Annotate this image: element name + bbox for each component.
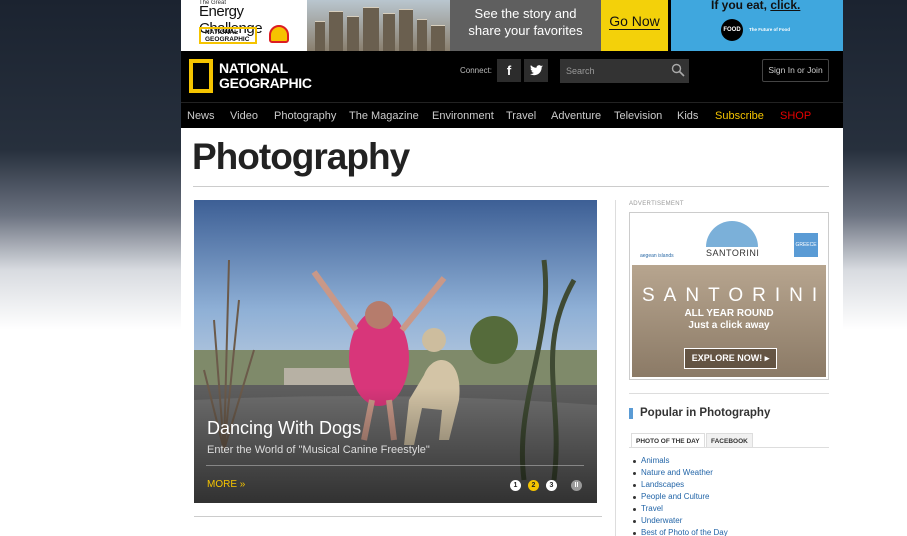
food-tagline: The Future of Food [749,27,790,32]
nav-item-photography[interactable]: Photography [274,110,336,122]
title-divider [193,186,829,187]
go-now-label: Go Now [609,13,660,30]
hero-subtitle: Enter the World of "Musical Canine Frees… [207,444,430,456]
ng-logo-border-icon[interactable] [189,59,213,93]
twitter-icon[interactable] [524,59,548,82]
page-wrapper: The Great Energy Challenge NATIONAL GEOG… [181,0,843,536]
popular-divider [629,393,829,394]
story-line-2: share your favorites [468,23,583,38]
tab-facebook[interactable]: FACEBOOK [706,433,753,448]
slide-dot-3[interactable]: 3 [546,480,557,491]
hero-slideshow[interactable]: Dancing With Dogs Enter the World of "Mu… [194,200,597,503]
tab-divider [629,447,829,448]
list-item[interactable]: Landscapes [633,479,728,491]
list-item[interactable]: Underwater [633,515,728,527]
slide-dot-1[interactable]: 1 [510,480,521,491]
food-click-link[interactable]: click. [770,0,800,12]
energy-challenge-ad[interactable]: The Great Energy Challenge NATIONAL GEOG… [181,0,307,51]
search-input[interactable] [560,59,689,83]
nav-item-news[interactable]: News [187,110,215,122]
explore-now-button[interactable]: EXPLORE NOW! ▸ [684,348,777,369]
list-item[interactable]: Animals [633,455,728,467]
list-item[interactable]: Travel [633,503,728,515]
section-marker-icon [629,408,633,419]
go-now-button[interactable]: Go Now [601,0,668,51]
column-divider [615,200,616,536]
nav-item-travel[interactable]: Travel [506,110,536,122]
connect-label: Connect: [460,66,493,75]
content-divider [194,516,602,517]
city-skyline-image [307,0,450,51]
nav-item-video[interactable]: Video [230,110,258,122]
tab-photo-of-the-day[interactable]: PHOTO OF THE DAY [631,433,705,448]
greece-flag-icon: GREECE [794,233,818,257]
nav-item-television[interactable]: Television [614,110,662,122]
page-title: Photography [192,136,410,177]
logo-line-1: NATIONAL [219,60,288,76]
search-icon[interactable] [671,63,685,77]
santorini-headline: SANTORINI [642,285,826,306]
santorini-small-label: SANTORINI [706,248,760,258]
hero-caption[interactable]: Dancing With Dogs [207,418,361,439]
sign-in-button[interactable]: Sign In or Join [762,59,829,82]
hero-more-link[interactable]: MORE » [207,479,245,490]
advertisement-label: ADVERTISEMENT [629,201,684,207]
dome-icon [706,221,758,247]
click-away: Just a click away [688,320,770,331]
list-item[interactable]: Nature and Weather [633,467,728,479]
nav-item-kids[interactable]: Kids [677,110,698,122]
story-ad-text[interactable]: See the story and share your favorites [450,0,601,51]
ad-banner[interactable]: The Great Energy Challenge NATIONAL GEOG… [181,0,843,51]
ng-small-logo: NATIONAL GEOGRAPHIC [199,27,257,44]
pause-icon[interactable]: II [571,480,582,491]
shell-logo-icon [269,25,289,43]
main-nav: News Video Photography The Magazine Envi… [181,102,843,128]
santorini-ad[interactable]: aegean islands SANTORINI GREECE SANTORIN… [629,212,829,380]
list-item[interactable]: People and Culture [633,491,728,503]
list-item[interactable]: Best of Photo of the Day [633,527,728,536]
all-year-round: ALL YEAR ROUND [684,308,774,319]
food-ad-headline: If you eat, click. [711,0,800,12]
nav-item-shop[interactable]: SHOP [780,110,811,122]
ng-logo[interactable]: NATIONAL GEOGRAPHIC [219,61,312,91]
food-line-a: If you eat, [711,0,771,12]
site-header: NATIONAL GEOGRAPHIC Connect: f Sign In o… [181,51,843,128]
santorini-ad-creative[interactable]: aegean islands SANTORINI GREECE SANTORIN… [632,215,826,377]
popular-title: Popular in Photography [640,407,771,419]
food-ad[interactable]: If you eat, click. FOOD The Future of Fo… [671,0,843,51]
nav-item-subscribe[interactable]: Subscribe [715,110,764,122]
nav-item-adventure[interactable]: Adventure [551,110,601,122]
hero-divider [206,465,584,466]
aegean-islands-logo: aegean islands [640,253,674,259]
food-logo: FOOD [721,19,743,41]
hero-overlay [194,200,597,503]
nav-item-the-magazine[interactable]: The Magazine [349,110,419,122]
logo-line-2: GEOGRAPHIC [219,75,312,91]
popular-links: Animals Nature and Weather Landscapes Pe… [633,455,728,536]
main-content: Photography Dancing With Dogs Enter the … [181,128,843,536]
slide-dot-2[interactable]: 2 [528,480,539,491]
nav-item-environment[interactable]: Environment [432,110,494,122]
facebook-icon[interactable]: f [497,59,521,82]
story-line-1: See the story and [474,6,577,21]
